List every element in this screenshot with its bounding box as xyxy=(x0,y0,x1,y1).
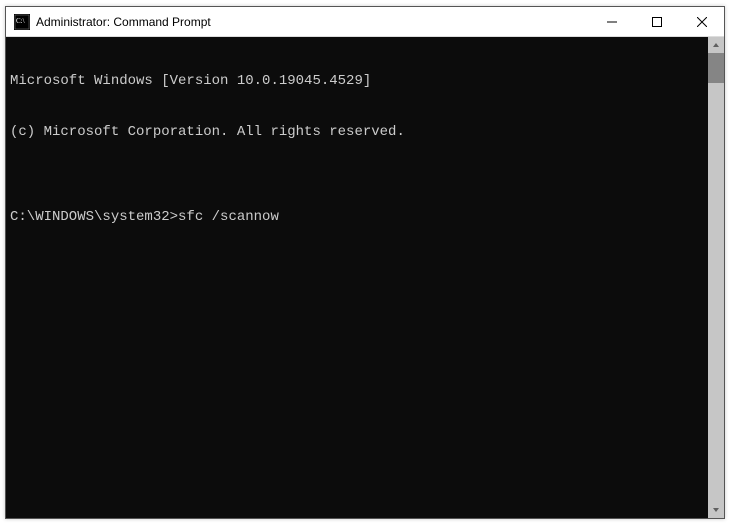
vertical-scrollbar[interactable] xyxy=(708,37,724,518)
minimize-button[interactable] xyxy=(589,7,634,36)
terminal-prompt-line: C:\WINDOWS\system32>sfc /scannow xyxy=(10,209,704,226)
terminal-output[interactable]: Microsoft Windows [Version 10.0.19045.45… xyxy=(6,37,708,518)
command-prompt-window: C:\ Administrator: Command Prompt Micros… xyxy=(5,6,725,519)
cmd-icon: C:\ xyxy=(14,14,30,30)
terminal-command: sfc /scannow xyxy=(178,209,279,225)
terminal-prompt: C:\WINDOWS\system32> xyxy=(10,209,178,225)
close-button[interactable] xyxy=(679,7,724,36)
window-controls xyxy=(589,7,724,36)
svg-text:C:\: C:\ xyxy=(16,17,25,25)
window-title: Administrator: Command Prompt xyxy=(36,15,589,29)
scroll-up-arrow-icon[interactable] xyxy=(708,37,724,53)
scroll-thumb[interactable] xyxy=(708,53,724,83)
scroll-down-arrow-icon[interactable] xyxy=(708,502,724,518)
maximize-button[interactable] xyxy=(634,7,679,36)
terminal-line: (c) Microsoft Corporation. All rights re… xyxy=(10,124,704,141)
terminal-area: Microsoft Windows [Version 10.0.19045.45… xyxy=(6,37,724,518)
scroll-track[interactable] xyxy=(708,53,724,502)
terminal-line: Microsoft Windows [Version 10.0.19045.45… xyxy=(10,73,704,90)
titlebar[interactable]: C:\ Administrator: Command Prompt xyxy=(6,7,724,37)
